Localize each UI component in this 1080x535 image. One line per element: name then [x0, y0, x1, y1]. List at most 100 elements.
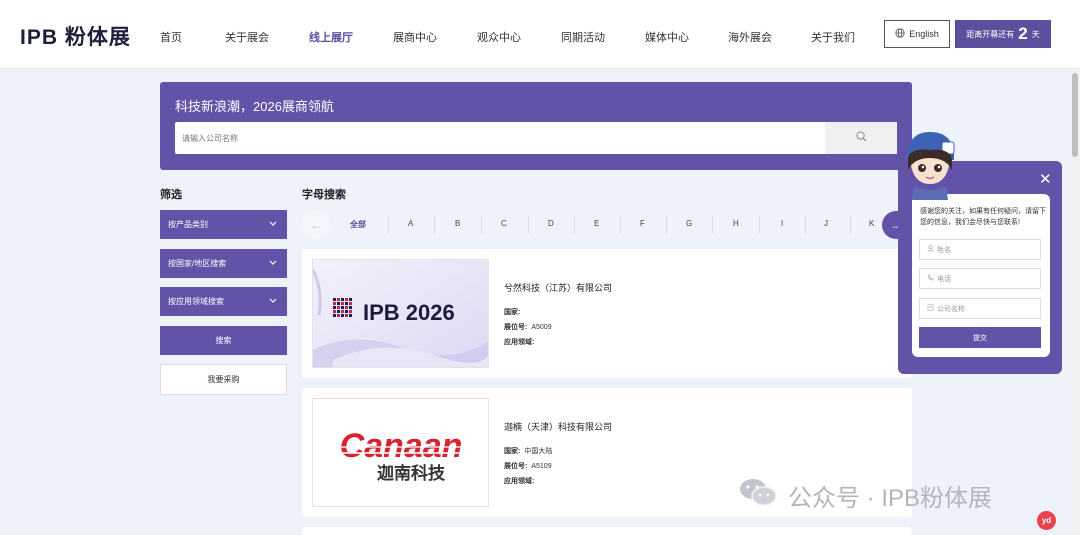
nav-overseas-expo[interactable]: 海外展会 [728, 29, 772, 45]
booth-label: 展位号: [504, 463, 528, 470]
search-banner: 科技新浪潮，2026展商领航 [160, 82, 912, 170]
countdown-unit: 天 [1031, 29, 1040, 39]
alpha-divider [805, 216, 806, 233]
filter-search-button[interactable]: 搜索 [160, 326, 287, 355]
alpha-item-f[interactable]: F [640, 219, 645, 228]
nav-about-expo[interactable]: 关于展会 [225, 29, 269, 45]
countdown-value: 2 [1018, 24, 1028, 43]
alpha-item-k[interactable]: K [869, 219, 874, 228]
nav-about-us[interactable]: 关于我们 [811, 29, 855, 45]
filter-country-label: 按国家/地区搜索 [168, 259, 227, 268]
alpha-item-e[interactable]: E [594, 219, 599, 228]
search-icon [856, 129, 867, 147]
chat-name-field[interactable]: 姓名 [919, 239, 1041, 260]
country-value: 中国大陆 [524, 448, 553, 455]
company-search-box [175, 122, 897, 154]
filter-application-field[interactable]: 按应用领域搜索 [160, 287, 287, 316]
filter-product-category[interactable]: 按产品类别 [160, 210, 287, 239]
exhibitor-field: 应用领域: [504, 476, 538, 486]
chevron-down-icon [269, 220, 277, 229]
search-button[interactable] [825, 122, 897, 154]
countdown-badge: 距离开幕还有 2 天 [955, 20, 1051, 48]
banner-title: 科技新浪潮，2026展商领航 [175, 99, 334, 114]
wechat-watermark: 公众号 · IPB粉体展 [738, 476, 992, 515]
purchase-button[interactable]: 我要采购 [160, 364, 287, 395]
nav-exhibitor-center[interactable]: 展商中心 [393, 29, 437, 45]
site-header: IPB 粉体展 首页 关于展会 线上展厅 展商中心 观众中心 同期活动 媒体中心… [0, 0, 1080, 69]
globe-icon [895, 28, 905, 40]
alpha-divider [574, 216, 575, 233]
exhibitor-card[interactable]: IPB 2026 兮然科技（江苏）有限公司 国家: 展位号: A5009 应用领域… [302, 249, 912, 378]
chat-submit-button[interactable]: 提交 [919, 327, 1041, 348]
phone-icon [927, 274, 934, 283]
alpha-divider [434, 216, 435, 233]
alpha-item-d[interactable]: D [548, 219, 554, 228]
booth-label: 展位号: [504, 324, 528, 331]
nav-concurrent-events[interactable]: 同期活动 [561, 29, 605, 45]
exhibitor-booth: 展位号: A5009 [504, 322, 552, 332]
site-logo[interactable]: IPB 粉体展 [20, 21, 131, 51]
chevron-down-icon [269, 297, 277, 306]
user-icon [927, 245, 934, 254]
wechat-icon [738, 476, 778, 515]
alpha-item-j[interactable]: J [824, 219, 828, 228]
close-icon[interactable]: ✕ [1039, 170, 1052, 188]
alpha-item-c[interactable]: C [501, 219, 507, 228]
chat-company-placeholder: 公司名称 [937, 305, 965, 313]
field-label: 应用领域: [504, 339, 535, 346]
filter-country[interactable]: 按国家/地区搜索 [160, 249, 287, 278]
countdown-prefix: 距离开幕还有 [966, 29, 1015, 39]
nav-media-center[interactable]: 媒体中心 [645, 29, 689, 45]
nav-online-hall[interactable]: 线上展厅 [309, 29, 353, 45]
chat-phone-field[interactable]: 电话 [919, 268, 1041, 289]
alpha-divider [620, 216, 621, 233]
field-label: 应用领域: [504, 478, 535, 485]
alpha-item-a[interactable]: A [408, 219, 413, 228]
filter-title: 筛选 [160, 189, 182, 201]
exhibitor-field: 应用领域: [504, 337, 538, 347]
chat-message: 感谢您的关注，如果有任何疑问，请留下您的信息，我们会尽快与您联系! [920, 208, 1046, 226]
alpha-divider [850, 216, 851, 233]
exhibitor-booth: 展位号: A5109 [504, 461, 552, 471]
booth-value: A5009 [531, 324, 552, 331]
alpha-divider [759, 216, 760, 233]
alpha-prev-arrow-icon[interactable]: ← [302, 211, 330, 239]
exhibitor-logo[interactable]: Canaan 迦南科技 [312, 398, 489, 507]
alpha-divider [388, 216, 389, 233]
filter-product-category-label: 按产品类别 [168, 220, 208, 229]
alpha-item-g[interactable]: G [686, 219, 692, 228]
exhibitor-logo-text: Canaan [340, 427, 463, 465]
exhibitor-card[interactable] [302, 527, 912, 535]
exhibitor-name[interactable]: 兮然科技（江苏）有限公司 [504, 281, 612, 294]
language-button[interactable]: English [884, 20, 950, 48]
country-label: 国家: [504, 309, 521, 316]
filter-application-field-label: 按应用领域搜索 [168, 297, 224, 306]
alpha-item-i[interactable]: I [781, 219, 783, 228]
exhibitor-logo[interactable]: IPB 2026 [312, 259, 489, 368]
alpha-item-b[interactable]: B [455, 219, 460, 228]
alpha-divider [666, 216, 667, 233]
country-label: 国家: [504, 448, 521, 455]
yd-badge-icon[interactable]: yd [1037, 511, 1056, 530]
scrollbar-thumb[interactable] [1072, 73, 1078, 157]
alpha-divider [712, 216, 713, 233]
alpha-search-title: 字母搜索 [302, 189, 346, 201]
watermark-text: 公众号 · IPB粉体展 [788, 485, 993, 512]
exhibitor-country: 国家: 中国大陆 [504, 446, 552, 456]
nav-visitor-center[interactable]: 观众中心 [477, 29, 521, 45]
alpha-item-h[interactable]: H [733, 219, 739, 228]
language-label: English [909, 29, 939, 39]
company-search-input[interactable] [175, 122, 825, 154]
chat-phone-placeholder: 电话 [937, 275, 951, 283]
alpha-item-all[interactable]: 全部 [350, 219, 366, 230]
alpha-divider [481, 216, 482, 233]
alpha-divider [528, 216, 529, 233]
nav-home[interactable]: 首页 [160, 29, 182, 45]
page-scrollbar[interactable] [1070, 69, 1080, 535]
chat-company-field[interactable]: 公司名称 [919, 298, 1041, 319]
alpha-search-bar: ← 全部 A B C D E F G H I J K → [302, 210, 912, 240]
exhibitor-logo-subtext: 迦南科技 [377, 463, 446, 484]
exhibitor-name[interactable]: 迦楠（天津）科技有限公司 [504, 420, 612, 433]
mascot-avatar[interactable] [898, 128, 960, 200]
ipb-pixel-mark [333, 298, 352, 317]
